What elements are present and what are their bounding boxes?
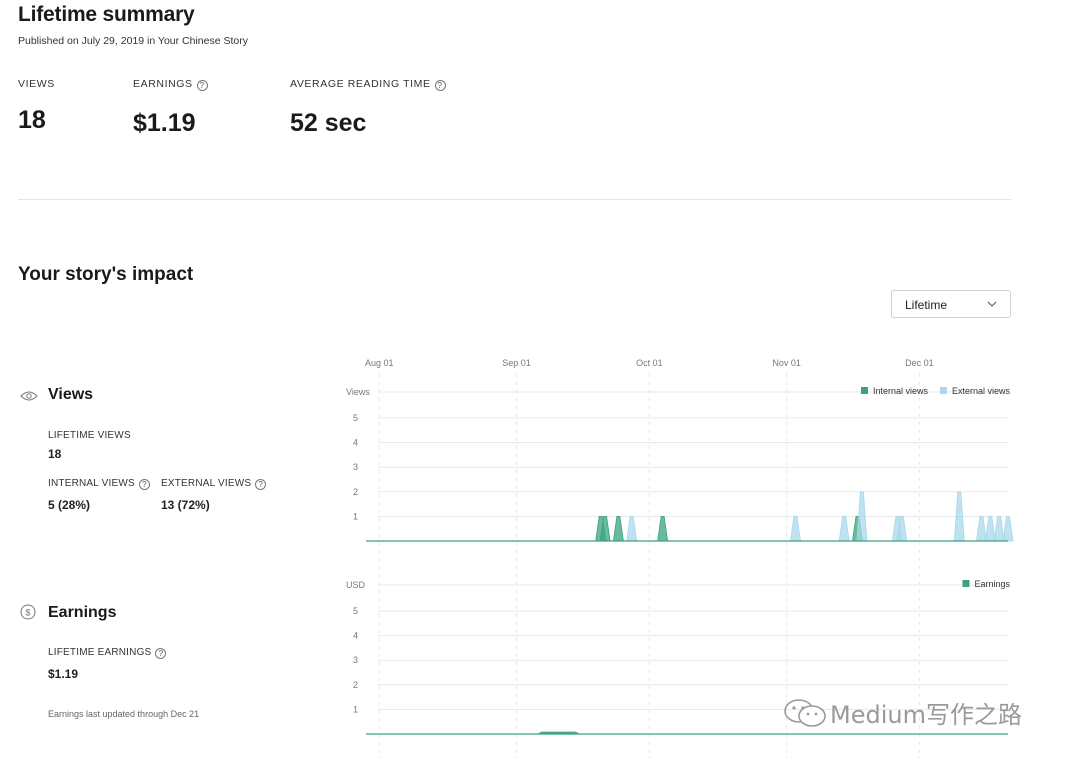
data-spike xyxy=(1002,516,1014,542)
y-tick-label: 1 xyxy=(353,704,358,714)
data-spike xyxy=(838,516,850,542)
legend-swatch xyxy=(962,580,970,587)
y-axis-label: Views xyxy=(346,387,370,397)
data-spike xyxy=(612,516,624,542)
x-tick-label: Sep 01 xyxy=(502,358,531,368)
x-tick-label: Aug 01 xyxy=(365,358,394,368)
data-spike xyxy=(953,491,965,542)
legend-label: External views xyxy=(952,386,1011,396)
watermark-text: Medium写作之路 xyxy=(830,701,1022,729)
data-spike xyxy=(984,516,996,542)
legend-swatch xyxy=(939,387,947,394)
legend-swatch xyxy=(860,387,868,394)
data-spike xyxy=(657,516,669,542)
y-tick-label: 2 xyxy=(353,680,358,690)
y-tick-label: 3 xyxy=(353,655,358,665)
y-tick-label: 1 xyxy=(353,511,358,521)
y-tick-label: 2 xyxy=(353,487,358,497)
legend-label: Earnings xyxy=(974,579,1010,589)
data-spike xyxy=(975,516,987,542)
y-axis-label: USD xyxy=(346,580,366,590)
y-tick-label: 4 xyxy=(353,438,358,448)
x-tick-label: Nov 01 xyxy=(772,358,801,368)
x-tick-label: Dec 01 xyxy=(905,358,934,368)
legend-label: Internal views xyxy=(873,386,929,396)
data-spike xyxy=(856,491,868,542)
data-spike xyxy=(993,516,1005,542)
y-tick-label: 3 xyxy=(353,462,358,472)
data-spike xyxy=(790,516,801,542)
data-spike xyxy=(626,516,638,542)
y-tick-label: 5 xyxy=(353,606,358,616)
wechat-icon xyxy=(784,698,826,727)
watermark: Medium写作之路 xyxy=(782,695,1022,730)
y-tick-label: 4 xyxy=(353,631,358,641)
impact-charts: Aug 01 Sep 01 Oct 01 Nov 01 Dec 01 Views 1 2 3 4 5… xyxy=(346,358,1014,758)
y-tick-label: 5 xyxy=(353,413,358,423)
x-tick-label: Oct 01 xyxy=(636,358,663,368)
